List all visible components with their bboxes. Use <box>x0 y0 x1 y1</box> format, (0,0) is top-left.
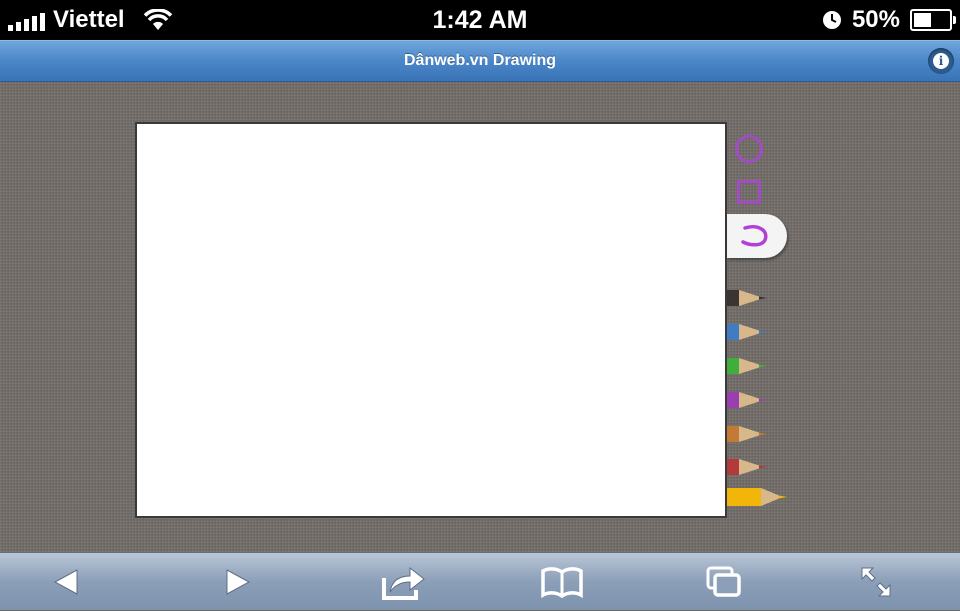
pencil-blue[interactable] <box>727 322 767 347</box>
circle-tool-icon[interactable] <box>735 135 763 163</box>
battery-percent: 50% <box>851 6 900 33</box>
pencil-black[interactable] <box>727 288 767 313</box>
drawing-canvas[interactable] <box>135 122 727 518</box>
nav-header: Dânweb.vn Drawing i <box>0 40 960 82</box>
pencil-yellow-icon <box>727 488 787 506</box>
clock: 1:42 AM <box>432 6 528 34</box>
pencil-black-icon <box>727 290 767 306</box>
pencil-purple-icon <box>727 392 767 408</box>
pencil-orange[interactable] <box>727 424 767 449</box>
back-icon <box>53 569 78 595</box>
status-bar: Viettel 1:42 AM 50% <box>0 0 960 40</box>
pencil-red[interactable] <box>727 457 767 482</box>
share-icon <box>382 566 425 600</box>
square-tool-icon[interactable] <box>737 180 761 204</box>
forward-icon <box>226 569 251 595</box>
forward-button[interactable] <box>198 553 278 611</box>
pencil-purple[interactable] <box>727 390 767 415</box>
tabs-icon <box>706 566 741 597</box>
pencil-green[interactable] <box>727 356 767 381</box>
tabs-button[interactable] <box>684 553 764 611</box>
pencil-orange-icon <box>727 426 767 442</box>
freehand-tool-button[interactable] <box>727 214 787 258</box>
battery-fill <box>914 13 931 27</box>
battery-icon <box>910 9 956 31</box>
bookmarks-button[interactable] <box>522 553 602 611</box>
drawing-workspace <box>0 82 960 552</box>
browser-toolbar <box>0 552 960 610</box>
pencil-yellow[interactable] <box>727 486 787 513</box>
fullscreen-button[interactable] <box>836 553 916 611</box>
pencil-green-icon <box>727 358 767 374</box>
info-button[interactable]: i <box>928 48 954 74</box>
fullscreen-icon <box>861 567 891 597</box>
back-button[interactable] <box>26 553 106 611</box>
share-button[interactable] <box>364 553 444 611</box>
bookmarks-icon <box>541 567 583 598</box>
alarm-icon <box>822 11 841 29</box>
freehand-tool-icon <box>741 225 768 247</box>
page-title: Dânweb.vn Drawing <box>403 52 557 69</box>
status-right: 50% <box>822 0 956 40</box>
info-icon: i <box>933 53 949 69</box>
pencil-red-icon <box>727 459 767 475</box>
pencil-blue-icon <box>727 324 767 340</box>
